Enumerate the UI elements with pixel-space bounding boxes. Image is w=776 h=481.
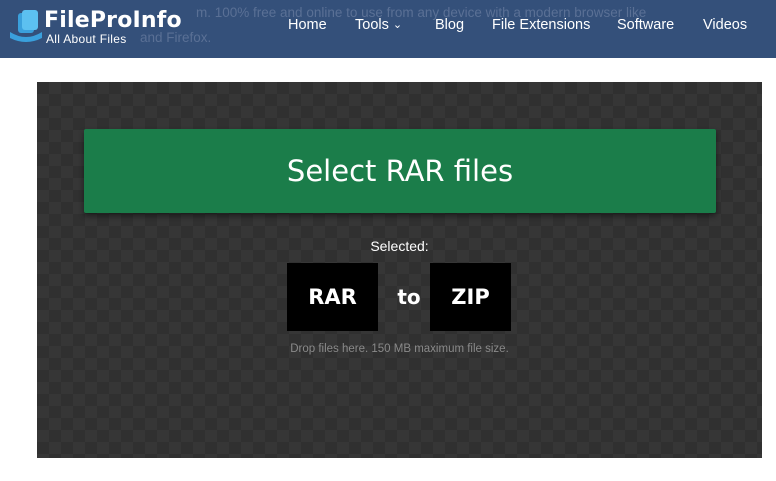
conversion-to-label: to bbox=[397, 285, 421, 309]
chevron-down-icon: ⌄ bbox=[392, 19, 403, 31]
nav-item-software[interactable]: Software bbox=[617, 17, 674, 33]
to-format-badge: ZIP bbox=[430, 263, 511, 331]
nav-item-tools[interactable]: Tools ⌄ bbox=[355, 17, 402, 33]
main-nav: Home Tools ⌄ Blog File Extensions Softwar… bbox=[0, 0, 776, 52]
nav-item-home[interactable]: Home bbox=[288, 17, 327, 33]
from-format-badge: RAR bbox=[287, 263, 378, 331]
nav-item-videos[interactable]: Videos bbox=[703, 17, 747, 33]
nav-item-tools-label: Tools bbox=[355, 17, 389, 33]
select-files-button[interactable]: Select RAR files bbox=[84, 129, 716, 213]
selected-label: Selected: bbox=[370, 238, 429, 254]
file-drop-zone[interactable]: Select RAR files Selected: RAR to ZIP Dr… bbox=[37, 82, 762, 458]
nav-item-blog[interactable]: Blog bbox=[435, 17, 464, 33]
nav-item-file-extensions[interactable]: File Extensions bbox=[492, 17, 590, 33]
drop-hint-text: Drop files here. 150 MB maximum file siz… bbox=[290, 343, 509, 355]
site-header: m. 100% free and online to use from any … bbox=[0, 0, 776, 58]
